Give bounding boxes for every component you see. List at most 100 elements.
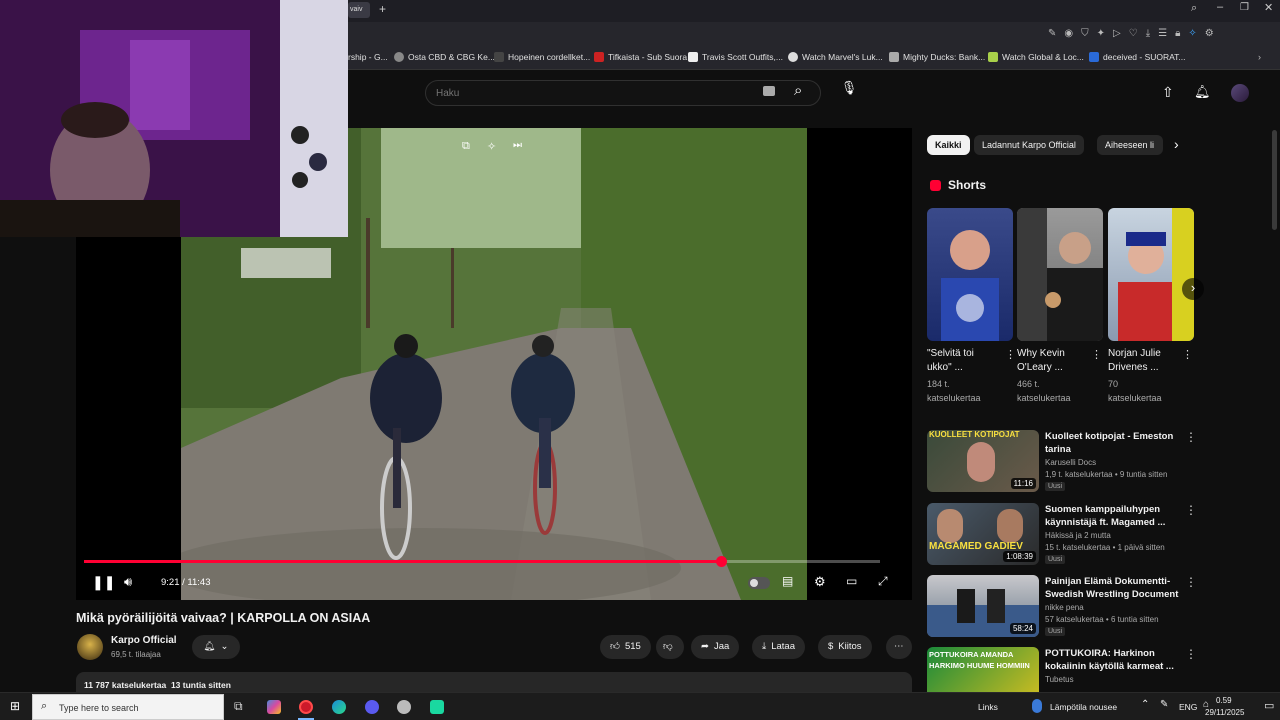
edit-icon[interactable]: ✎ [1048,28,1056,39]
pen-icon[interactable]: ✎ [1160,699,1168,710]
search-box[interactable] [425,80,821,106]
pip-icon[interactable]: ⧉ [462,140,470,153]
site-icon [788,52,798,62]
bookmark-item[interactable]: Tifkaista - Sub Suora [594,52,687,62]
skip-icon[interactable]: ⏭︎ [513,140,522,151]
bookmark-item[interactable]: Watch Marvel's Luk... [788,52,883,62]
bookmark-item[interactable]: rship - G... [348,52,388,62]
short-menu-icon[interactable]: ⋮ [1091,348,1102,361]
scrubber-handle[interactable] [715,556,727,567]
theater-mode-icon[interactable]: ▭ [846,574,857,588]
notifications-icon[interactable]: ▭ [1264,699,1274,712]
channel-avatar[interactable] [77,634,103,660]
download-icon[interactable]: ⤓ [1146,28,1150,39]
bookmark-item[interactable]: Travis Scott Outfits,... [688,52,783,62]
webcam-overlay [0,0,348,237]
recommendation-menu-icon[interactable]: ⋮ [1185,647,1197,661]
subscribed-bell-button[interactable]: 🔔︎ ⌄ [192,635,240,659]
short-card[interactable]: Norjan Julie Drivenes ... 70 katselukert… [1108,208,1196,405]
bookmark-item[interactable]: Osta CBD & CBG Ke... [394,52,495,62]
minimize-icon[interactable]: – [1217,1,1223,13]
copilot-icon[interactable] [267,700,281,714]
recommendation-title: Painijan Elämä Dokumentti- Swedish Wrest… [1045,576,1179,600]
page-scrollbar[interactable] [1272,130,1277,230]
shield-icon[interactable]: ⛉ [1081,28,1089,39]
app-icon[interactable] [397,700,411,714]
like-button[interactable]: 👍︎ 515 [600,635,651,659]
avatar[interactable] [1231,84,1249,102]
recommendation-menu-icon[interactable]: ⋮ [1185,430,1197,444]
share-button[interactable]: ➦ Jaa [691,635,740,659]
discord-icon[interactable] [365,700,379,714]
more-actions-button[interactable]: ⋯ [886,635,912,659]
camera-icon[interactable]: ◉ [1064,28,1073,39]
short-card[interactable]: Why Kevin O'Leary ... 466 t. katselukert… [1017,208,1105,405]
download-button[interactable]: ⤓ Lataa [752,635,805,659]
recommendation-item[interactable]: MAGAMED GADIEV 1:08:39 Suomen kamppailuh… [927,503,1277,565]
close-window-icon[interactable]: ✕ [1264,1,1273,14]
shorts-next-icon[interactable]: › [1182,278,1204,300]
links-toolbar[interactable]: Links [978,702,998,712]
bookmark-item[interactable]: Hopeinen cordellket... [494,52,590,62]
clock-time[interactable]: 0.59 [1216,696,1232,705]
heart-icon[interactable]: ♡ [1129,28,1138,39]
short-views-label: katselukertaa [927,393,981,403]
recommendation-menu-icon[interactable]: ⋮ [1185,503,1197,517]
chips-next-icon[interactable]: › [1174,136,1179,152]
short-card[interactable]: "Selvitä toi ukko" ... 184 t. katseluker… [927,208,1016,405]
restore-icon[interactable]: ❐ [1240,2,1249,13]
dislike-button[interactable]: 👎︎ [656,635,684,659]
recommendation-menu-icon[interactable]: ⋮ [1185,575,1197,589]
settings-gear-icon[interactable]: ⚙ [814,574,826,590]
search-tabs-icon[interactable]: ⌕ [1191,2,1197,15]
recommendation-item[interactable]: 58:24 Painijan Elämä Dokumentti- Swedish… [927,575,1277,637]
chip-uploaded-by[interactable]: Ladannut Karpo Official [974,135,1084,155]
pause-icon[interactable]: ❚❚ [92,574,115,591]
taskbar-search[interactable]: ⌕ Type here to search [32,694,224,720]
thanks-button[interactable]: $ Kiitos [818,635,872,659]
search-input[interactable] [436,85,756,101]
channel-name[interactable]: Karpo Official [111,635,177,646]
recommendation-item[interactable]: KUOLLEET KOTIPOJAT 11:16 Kuolleet kotipo… [927,430,1277,492]
clock-date[interactable]: 29/11/2025 [1205,708,1244,717]
keyboard-icon[interactable] [763,86,775,96]
fullscreen-icon[interactable]: ⤢ [878,574,888,589]
bookmark-item[interactable]: Watch Global & Loc... [988,52,1084,62]
language-indicator[interactable]: ENG [1179,702,1197,712]
recommendation-item[interactable]: POTTUKOIRA AMANDA HARKIMO HUUME HOMMIIN … [927,647,1277,692]
description-box[interactable]: 11 787 katselukertaa 13 tuntia sitten [76,672,912,692]
upload-icon[interactable]: ⇧ [1162,84,1174,101]
obs-icon[interactable] [430,700,444,714]
bell-icon[interactable]: 🔔︎ [1194,84,1211,100]
menu-icon[interactable]: ☰ [1158,28,1167,39]
short-views: 466 t. [1017,379,1040,389]
browser-tab[interactable]: vaiv [348,2,370,18]
task-view-icon[interactable]: ⧉ [234,699,243,714]
extension-icon[interactable]: ✧ [1188,28,1196,39]
progress-bar[interactable] [84,556,880,567]
bookmark-item[interactable]: Mighty Ducks: Bank... [889,52,985,62]
search-icon[interactable]: ⌕ [794,82,802,99]
mic-icon[interactable]: 🎙︎ [838,80,860,104]
more-bookmarks-icon[interactable]: › [1258,52,1261,62]
new-tab-icon[interactable]: + [379,2,386,16]
puzzle-icon[interactable]: ✦ [1097,28,1105,39]
chip-related[interactable]: Aiheeseen li [1097,135,1163,155]
opera-icon[interactable] [299,700,313,714]
settings-icon[interactable]: ⚙ [1205,28,1214,39]
subtitles-icon[interactable]: ▤ [782,574,793,588]
chip-all[interactable]: Kaikki [927,135,970,155]
weather-text[interactable]: Lämpötila nousee [1050,702,1117,712]
lock-icon[interactable]: 🔒︎ [1175,28,1180,39]
volume-icon[interactable]: 🔊︎ [124,574,132,590]
edge-icon[interactable] [332,700,346,714]
short-menu-icon[interactable]: ⋮ [1005,348,1016,361]
sparkle-icon[interactable]: ✧ [487,140,496,153]
play-icon[interactable]: ▷ [1113,28,1121,39]
autoplay-toggle[interactable] [748,577,770,589]
short-menu-icon[interactable]: ⋮ [1182,348,1193,361]
chevron-up-icon[interactable]: ⌃ [1141,699,1149,710]
windows-start-icon[interactable]: ⊞ [10,699,20,713]
bookmark-label: Tifkaista - Sub Suora [608,52,688,62]
bookmark-item[interactable]: deceived - SUORAT... [1089,52,1186,62]
